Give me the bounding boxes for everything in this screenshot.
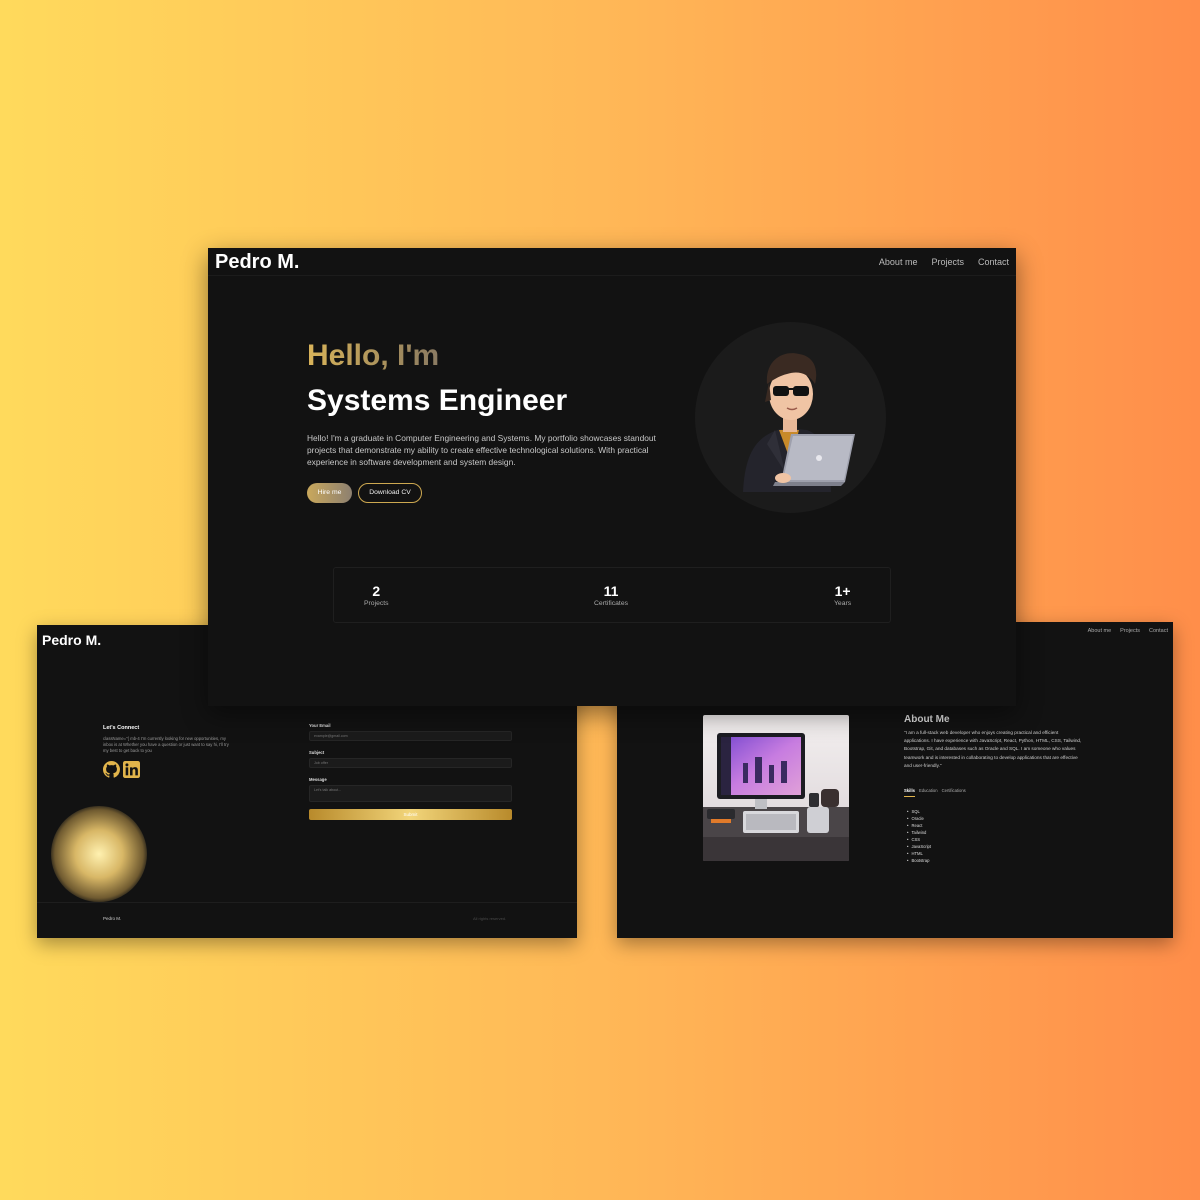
github-icon[interactable] [103, 761, 120, 778]
about-tabs: Skills Education Certifications [904, 788, 966, 797]
tab-education[interactable]: Education [919, 788, 938, 797]
hero-role: Systems Engineer [307, 384, 568, 417]
brand-logo[interactable]: Pedro M. [215, 251, 299, 274]
nav-about-me[interactable]: About me [1088, 628, 1112, 634]
footer-rights: All rights reserved. [473, 916, 507, 921]
tab-skills[interactable]: Skills [904, 788, 915, 797]
list-item: Oracle [907, 815, 931, 822]
stat-label: Projects [364, 600, 389, 607]
email-input[interactable]: example@gmail.com [309, 731, 512, 741]
avatar [695, 322, 886, 513]
list-item: HTML [907, 850, 931, 857]
linkedin-icon[interactable] [123, 761, 140, 778]
brand-logo[interactable]: Pedro M. [42, 632, 101, 648]
stat-label: Certificates [594, 600, 628, 607]
main-window: Pedro M. About me Projects Contact Hello… [208, 248, 1016, 706]
nav-projects[interactable]: Projects [931, 257, 964, 267]
stat-value: 2 [372, 583, 381, 599]
message-textarea[interactable]: Let's talk about... [309, 785, 512, 802]
top-navbar: Pedro M. About me Projects Contact [208, 248, 1016, 276]
nav-projects[interactable]: Projects [1120, 628, 1140, 634]
workspace-photo [703, 715, 849, 861]
email-label: Your Email [309, 723, 331, 728]
stat-certificates: 11 Certificates [594, 583, 628, 607]
list-item: CSS [907, 836, 931, 843]
stat-value: 1+ [834, 583, 851, 599]
about-text: "I am a full-stack web developer who enj… [904, 730, 1082, 768]
list-item: React [907, 822, 931, 829]
lets-connect-text: className="{ mb-4 I'm currently looking … [103, 736, 229, 753]
subject-label: Subject [309, 750, 325, 755]
about-title: About Me [904, 714, 950, 725]
main-nav: About me Projects Contact [879, 257, 1009, 267]
hero-greeting: Hello, I'm [307, 339, 440, 372]
nav-about-me[interactable]: About me [879, 257, 918, 267]
list-item: Tailwind [907, 829, 931, 836]
footer-brand: Pedro M. [103, 916, 122, 921]
message-label: Message [309, 777, 327, 782]
download-cv-button[interactable]: Download CV [358, 483, 422, 503]
stats-bar: 2 Projects 11 Certificates 1+ Years [333, 567, 891, 623]
submit-button[interactable]: Submit [309, 809, 512, 820]
stat-label: Years [834, 600, 852, 607]
about-nav: About me Projects Contact [1088, 628, 1168, 634]
footer-divider [37, 902, 577, 903]
nav-contact[interactable]: Contact [1149, 628, 1168, 634]
tab-certifications[interactable]: Certifications [942, 788, 966, 797]
subject-input[interactable]: Job offer [309, 758, 512, 768]
list-item: SQL [907, 808, 931, 815]
list-item: JavaScript [907, 843, 931, 850]
skills-list: SQL Oracle React Tailwind CSS JavaScript… [907, 808, 931, 864]
nav-contact[interactable]: Contact [978, 257, 1009, 267]
hire-me-button[interactable]: Hire me [307, 483, 352, 503]
stat-years: 1+ Years [834, 583, 851, 607]
stat-projects: 2 Projects [364, 583, 389, 607]
stat-value: 11 [603, 583, 619, 599]
hero-intro: Hello! I'm a graduate in Computer Engine… [307, 433, 656, 467]
decorative-glow [51, 806, 147, 902]
lets-connect-title: Let's Connect [103, 725, 140, 731]
list-item: Bootstrap [907, 857, 931, 864]
